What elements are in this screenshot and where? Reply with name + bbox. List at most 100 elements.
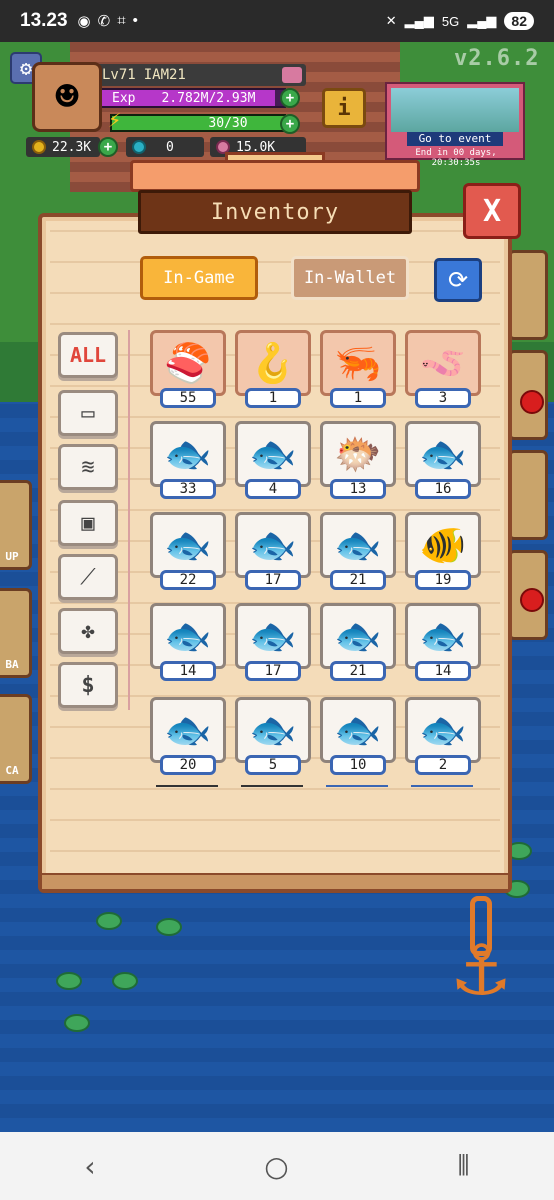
recents-icon[interactable]: ⦀	[457, 1149, 469, 1183]
yellow-fish-icon: 🐟	[150, 603, 226, 669]
gear-icon: ⚙	[19, 56, 33, 80]
inventory-slot[interactable]: 🍣 55	[150, 330, 226, 410]
inventory-slot[interactable]: 🐟 22	[150, 512, 226, 592]
sushi-icon: 🍣	[150, 330, 226, 396]
item-count: 55	[160, 388, 216, 408]
add-exp-icon[interactable]: +	[280, 88, 300, 108]
dollar-icon: $	[81, 672, 95, 698]
green-fish-icon: 🐟	[235, 421, 311, 487]
lily-pad	[96, 912, 122, 930]
event-card[interactable]: Go to event End in 00 days, 20:30:35s	[385, 82, 525, 168]
tab-in-game[interactable]: In-Game	[140, 256, 258, 300]
item-count: 14	[160, 661, 216, 681]
go-to-event-button[interactable]: Go to event	[407, 132, 503, 146]
inventory-slot[interactable]: 🐟 5	[235, 697, 311, 777]
category-pet[interactable]: ✤	[58, 608, 118, 654]
sardine-icon: 🐟	[150, 421, 226, 487]
dot-icon: •	[132, 12, 138, 29]
item-count: 21	[330, 661, 386, 681]
item-count: 13	[330, 479, 386, 499]
home-icon[interactable]: ○	[264, 1150, 288, 1183]
inventory-slot[interactable]: 🐟 33	[150, 421, 226, 501]
inventory-slot[interactable]: 🐡 13	[320, 421, 396, 501]
inventory-slot[interactable]: 🐟 4	[235, 421, 311, 501]
tab-in-wallet[interactable]: In-Wallet	[291, 256, 409, 300]
info-button[interactable]: i	[322, 88, 366, 128]
slot-underline	[411, 785, 473, 787]
side-button-right-3[interactable]	[508, 450, 548, 540]
inventory-slot[interactable]: 🐟 16	[405, 421, 481, 501]
inventory-slot[interactable]: 🐟 21	[320, 512, 396, 592]
neon-fish-icon: 🐟	[320, 697, 396, 763]
discord-icon: ◉	[77, 13, 91, 30]
category-chest[interactable]: ▭	[58, 390, 118, 436]
inventory-slot[interactable]: 🦐 1	[320, 330, 396, 410]
item-count: 1	[245, 388, 301, 408]
inventory-slot[interactable]: 🐟 21	[320, 603, 396, 683]
coin-icon	[32, 140, 46, 154]
inventory-slot[interactable]: 🐟 17	[235, 512, 311, 592]
category-divider	[128, 330, 130, 710]
inventory-slot[interactable]: 🐟 17	[235, 603, 311, 683]
item-count: 17	[245, 661, 301, 681]
side-button-ba[interactable]: BA	[0, 588, 32, 678]
item-count: 21	[330, 570, 386, 590]
fishing-rod-icon: ⟋	[80, 564, 96, 590]
player-avatar[interactable]: ☻	[32, 62, 102, 132]
coin-counter: 22.3K	[26, 137, 100, 157]
category-cooler[interactable]: ▣	[58, 500, 118, 546]
add-energy-icon[interactable]: +	[280, 114, 300, 134]
category-rod[interactable]: ⟋	[58, 554, 118, 600]
cooler-icon: ▣	[81, 510, 95, 536]
inventory-slot[interactable]: 🐟 14	[150, 603, 226, 683]
back-icon[interactable]: ‹	[84, 1150, 95, 1183]
lily-pad	[56, 972, 82, 990]
inventory-slot[interactable]: 🪱 3	[405, 330, 481, 410]
inventory-slot[interactable]: 🐠 19	[405, 512, 481, 592]
category-currency[interactable]: $	[58, 662, 118, 708]
coin-value: 22.3K	[52, 139, 92, 155]
info-icon: i	[337, 95, 351, 121]
category-fish[interactable]: ≋	[58, 444, 118, 490]
player-level: Lv71	[102, 67, 136, 83]
close-icon: X	[482, 193, 502, 229]
striped-bass-icon: 🐟	[235, 512, 311, 578]
energy-bar: 30/30	[110, 114, 286, 132]
inventory-slot[interactable]: 🐟 20	[150, 697, 226, 777]
category-all[interactable]: ALL	[58, 332, 118, 378]
side-button-right-1[interactable]	[508, 250, 548, 340]
notification-dot	[520, 588, 544, 612]
inventory-title-banner: Inventory	[130, 152, 420, 242]
mail-icon[interactable]	[282, 67, 302, 83]
item-count: 16	[415, 479, 471, 499]
close-button[interactable]: X	[463, 183, 521, 239]
anchovy-icon: 🐟	[150, 697, 226, 763]
status-bar: 13.23 ◉ ✆ ⌗ • ✕ ▂▄▆ 5G ▂▄▆ 82	[0, 0, 554, 42]
item-count: 22	[160, 570, 216, 590]
inventory-slot[interactable]: 🐟 10	[320, 697, 396, 777]
item-count: 33	[160, 479, 216, 499]
lily-pad	[156, 918, 182, 936]
hook-bait-icon: 🪝	[235, 330, 311, 396]
inventory-slot[interactable]: 🐟 2	[405, 697, 481, 777]
refresh-button[interactable]: ⟳	[434, 258, 482, 302]
paw-icon: ✤	[81, 618, 95, 644]
inventory-slot[interactable]: 🐟 14	[405, 603, 481, 683]
slot-underline	[241, 785, 303, 787]
anchor-icon[interactable]: ⚓	[445, 896, 517, 1016]
exp-value: 2.782M/2.93M	[161, 90, 256, 106]
refresh-icon: ⟳	[447, 266, 469, 294]
slot-underline	[326, 785, 388, 787]
side-button-up[interactable]: UP	[0, 480, 32, 570]
inventory-title: Inventory	[138, 190, 412, 234]
lily-pad	[112, 972, 138, 990]
inventory-slot[interactable]: 🪝 1	[235, 330, 311, 410]
side-button-ca[interactable]: CA	[0, 694, 32, 784]
herring-icon: 🐟	[405, 697, 481, 763]
item-count: 17	[245, 570, 301, 590]
signal-icon-2: ▂▄▆	[467, 13, 497, 28]
battery-indicator: 82	[504, 12, 534, 30]
fish-icon: ≋	[81, 454, 95, 480]
add-coins-icon[interactable]: +	[98, 137, 118, 157]
carp-icon: 🐟	[320, 512, 396, 578]
